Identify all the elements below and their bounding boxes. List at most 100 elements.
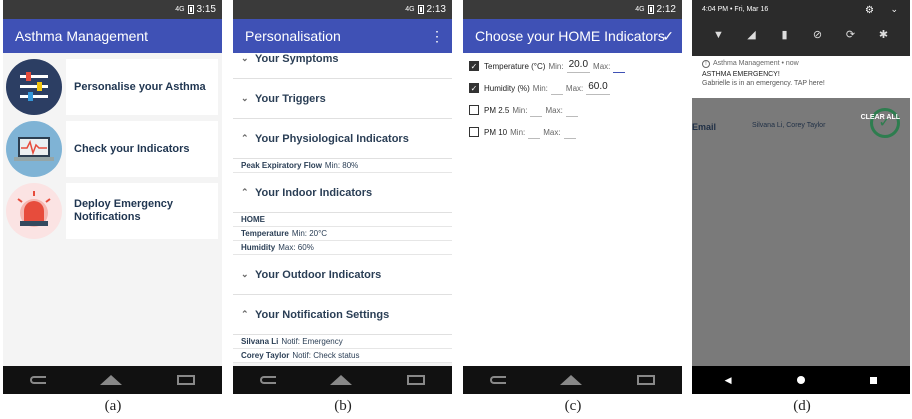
section-title: Your Symptoms — [255, 52, 339, 65]
row-key: Temperature — [241, 229, 289, 238]
laptop-heartbeat-icon — [6, 121, 62, 177]
section-row: Silvana Li Notif: Emergency — [233, 335, 452, 349]
section-header[interactable]: ⌃ Your Notification Settings — [233, 295, 452, 335]
status-bar: 4G 2:13 — [233, 0, 452, 19]
row-key: Silvana Li — [241, 337, 279, 346]
nav-bar — [3, 366, 222, 394]
indicator-row: ✓ Humidity (%) Min: Max: 60.0 — [463, 77, 682, 99]
max-input[interactable] — [613, 59, 626, 73]
wifi-icon[interactable]: ▼ — [713, 29, 725, 41]
recents-icon[interactable] — [636, 375, 655, 385]
app-bar: Asthma Management — [3, 19, 222, 53]
menu-item-personalise[interactable]: Personalise your Asthma — [3, 57, 222, 117]
menu-label: Deploy Emergency Notifications — [66, 183, 218, 239]
emergency-notification[interactable]: ! Asthma Management • now ASTHMA EMERGENC… — [692, 56, 910, 98]
indicator-list: ✓ Temperature (°C) Min: 20.0 Max: ✓ Humidity (… — [463, 53, 682, 143]
battery-icon — [417, 5, 424, 14]
section-header[interactable]: ⌃ Your Indoor Indicators — [233, 173, 452, 213]
indicator-name: PM 2.5 — [484, 105, 510, 115]
home-icon[interactable] — [330, 375, 353, 385]
indicator-checkbox[interactable]: ✓ — [469, 61, 479, 71]
min-input[interactable]: 20.0 — [566, 59, 591, 73]
clear-all-button[interactable]: CLEAR ALL — [861, 114, 900, 121]
back-icon[interactable] — [490, 376, 507, 384]
dnd-off-icon[interactable]: ⊘ — [812, 29, 824, 41]
notification-body: Gabrielle is in an emergency. TAP here! — [702, 80, 825, 87]
min-input[interactable] — [528, 125, 541, 139]
recents-icon[interactable] — [176, 375, 195, 385]
indicator-checkbox[interactable] — [469, 127, 479, 137]
status-time: 2:13 — [426, 4, 446, 15]
app-bar: Personalisation ⋮ — [233, 19, 452, 53]
quick-toggles: ▼ ◢ ▮ ⊘ ⟳ ✱ — [702, 29, 900, 41]
recents-icon[interactable] — [406, 375, 425, 385]
min-label: Min: — [548, 61, 564, 71]
check-icon[interactable]: ✓ — [662, 28, 674, 45]
bg-contacts: Silvana Li, Corey Taylor — [752, 122, 826, 129]
siren-icon — [6, 183, 62, 239]
battery-icon — [647, 5, 654, 14]
indicator-name: PM 10 — [484, 127, 508, 137]
signal-icon[interactable]: ◢ — [746, 29, 758, 41]
max-input[interactable] — [563, 125, 576, 139]
home-icon[interactable] — [560, 375, 583, 385]
flashlight-icon[interactable]: ✱ — [878, 29, 890, 41]
row-value: Notif: Emergency — [281, 337, 343, 346]
notification-title: ASTHMA EMERGENCY! — [702, 71, 780, 78]
section-header[interactable]: ⌄ Your Outdoor Indicators — [233, 255, 452, 295]
main-menu: Personalise your Asthma Check your Indic… — [3, 53, 222, 241]
indicator-row: PM 10 Min: Max: — [463, 121, 682, 143]
section-row: Temperature Min: 20°C — [233, 227, 452, 241]
min-label: Min: — [532, 83, 548, 93]
section-header[interactable]: ⌃ Your Physiological Indicators — [233, 119, 452, 159]
back-icon[interactable] — [260, 376, 277, 384]
nav-bar: ◀ — [692, 366, 910, 394]
back-icon[interactable]: ◀ — [725, 375, 732, 386]
menu-item-check-indicators[interactable]: Check your Indicators — [3, 119, 222, 179]
battery-saver-icon[interactable]: ▮ — [779, 29, 791, 41]
min-label: Min: — [512, 105, 528, 115]
phone-screen-b: 4G 2:13 Personalisation ⋮ ⌄ Your Symptoms… — [233, 0, 452, 394]
home-icon[interactable] — [796, 376, 805, 384]
overflow-menu-icon[interactable]: ⋮ — [430, 28, 444, 45]
max-label: Max: — [593, 61, 611, 71]
menu-item-deploy-emergency[interactable]: Deploy Emergency Notifications — [3, 181, 222, 241]
indicator-checkbox[interactable]: ✓ — [469, 83, 479, 93]
row-value: Max: 60% — [278, 243, 314, 252]
chevron-down-icon: ⌄ — [241, 93, 249, 103]
check-circle-icon: ✓ — [870, 108, 900, 138]
status-bar: 4G 3:15 — [3, 0, 222, 19]
min-input[interactable] — [530, 103, 543, 117]
chevron-down-icon: ⌄ — [241, 269, 249, 279]
status-time: 3:15 — [196, 4, 216, 15]
nav-bar — [463, 366, 682, 394]
caption-b: (b) — [334, 398, 352, 414]
indicator-checkbox[interactable] — [469, 105, 479, 115]
section-title: Your Notification Settings — [255, 308, 390, 321]
menu-label: Check your Indicators — [66, 121, 218, 177]
settings-gear-icon[interactable]: ⚙ — [865, 5, 874, 16]
row-value: Min: 80% — [324, 161, 359, 170]
phone-screen-d: 4:04 PM • Fri, Mar 16 ⚙ ⌄ ▼ ◢ ▮ ⊘ ⟳ ✱ ! A… — [692, 0, 910, 394]
bg-email-label: Email — [692, 122, 717, 132]
chevron-down-icon: ⌄ — [241, 53, 249, 63]
section-row: Peak Expiratory Flow Min: 80% — [233, 159, 452, 173]
min-input[interactable] — [550, 81, 563, 95]
home-icon[interactable] — [100, 375, 123, 385]
status-time: 2:12 — [656, 4, 676, 15]
back-icon[interactable] — [30, 376, 47, 384]
chevron-up-icon: ⌃ — [241, 133, 249, 143]
nav-bar — [233, 366, 452, 394]
section-row: Humidity Max: 60% — [233, 241, 452, 255]
recents-icon[interactable] — [870, 376, 878, 384]
expand-chevron-icon[interactable]: ⌄ — [890, 4, 898, 15]
chevron-up-icon: ⌃ — [241, 187, 249, 197]
section-header[interactable]: ⌄ Your Triggers — [233, 79, 452, 119]
max-input[interactable]: 60.0 — [586, 81, 610, 95]
row-key: Humidity — [241, 243, 276, 252]
max-input[interactable] — [565, 103, 578, 117]
auto-rotate-icon[interactable]: ⟳ — [845, 29, 857, 41]
app-title: Asthma Management — [15, 28, 149, 44]
row-key: Peak Expiratory Flow — [241, 161, 322, 170]
notification-app: Asthma Management • now — [713, 60, 799, 67]
